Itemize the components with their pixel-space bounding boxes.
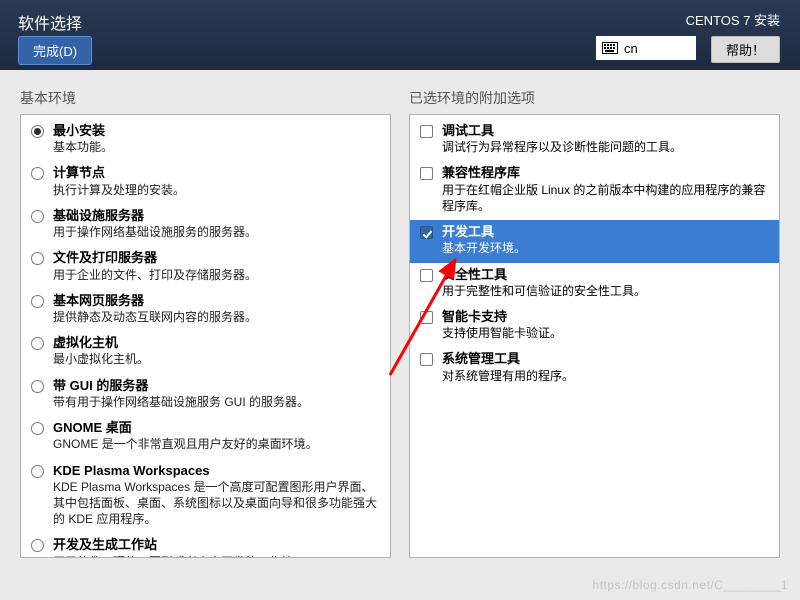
addon-item-desc: 对系统管理有用的程序。 <box>442 368 769 384</box>
watermark-text: https://blog.csdn.net/C________1 <box>593 578 788 592</box>
env-item-name: 最小安装 <box>53 123 380 139</box>
env-item[interactable]: 最小安装基本功能。 <box>21 119 390 161</box>
env-item[interactable]: 文件及打印服务器用于企业的文件、打印及存储服务器。 <box>21 246 390 288</box>
env-item-desc: 最小虚拟化主机。 <box>53 351 380 367</box>
env-item-text: 文件及打印服务器用于企业的文件、打印及存储服务器。 <box>47 250 380 282</box>
env-item-name: 带 GUI 的服务器 <box>53 378 380 394</box>
radio-icon <box>31 167 47 197</box>
addon-item-name: 系统管理工具 <box>442 351 769 367</box>
done-button[interactable]: 完成(D) <box>18 36 92 65</box>
env-item-name: 开发及生成工作站 <box>53 537 380 553</box>
addon-item-text: 智能卡支持支持使用智能卡验证。 <box>436 309 769 341</box>
env-item-desc: 基本功能。 <box>53 139 380 155</box>
addon-item-name: 安全性工具 <box>442 267 769 283</box>
addon-item-text: 兼容性程序库用于在红帽企业版 Linux 的之前版本中构建的应用程序的兼容程序库… <box>436 165 769 214</box>
help-button[interactable]: 帮助！ <box>711 36 780 63</box>
env-item-desc: 提供静态及动态互联网内容的服务器。 <box>53 309 380 325</box>
keyboard-icon <box>602 42 618 54</box>
radio-icon <box>31 422 47 452</box>
keyboard-layout-text: cn <box>624 41 638 56</box>
env-item[interactable]: 虚拟化主机最小虚拟化主机。 <box>21 331 390 373</box>
env-item-text: 计算节点执行计算及处理的安装。 <box>47 165 380 197</box>
installer-title: CENTOS 7 安装 <box>686 10 780 29</box>
addon-item[interactable]: 安全性工具用于完整性和可信验证的安全性工具。 <box>410 263 779 305</box>
addon-item-name: 兼容性程序库 <box>442 165 769 181</box>
addon-item-name: 开发工具 <box>442 224 769 240</box>
env-item-text: 开发及生成工作站用于软件、硬件、图形或者内容开发的工作站。 <box>47 537 380 558</box>
env-item[interactable]: 开发及生成工作站用于软件、硬件、图形或者内容开发的工作站。 <box>21 533 390 558</box>
page-title: 软件选择 <box>18 10 82 34</box>
addon-item[interactable]: 调试工具调试行为异常程序以及诊断性能问题的工具。 <box>410 119 779 161</box>
addons-column: 已选环境的附加选项 调试工具调试行为异常程序以及诊断性能问题的工具。兼容性程序库… <box>409 88 780 558</box>
env-item-text: 虚拟化主机最小虚拟化主机。 <box>47 335 380 367</box>
checkbox-icon <box>420 226 436 256</box>
env-item-text: 基础设施服务器用于操作网络基础设施服务的服务器。 <box>47 208 380 240</box>
addon-item-text: 调试工具调试行为异常程序以及诊断性能问题的工具。 <box>436 123 769 155</box>
env-item-desc: 用于操作网络基础设施服务的服务器。 <box>53 224 380 240</box>
env-item[interactable]: 基础设施服务器用于操作网络基础设施服务的服务器。 <box>21 204 390 246</box>
radio-icon <box>31 252 47 282</box>
radio-icon <box>31 125 47 155</box>
addon-item[interactable]: 开发工具基本开发环境。 <box>410 220 779 262</box>
top-bar: 软件选择 完成(D) CENTOS 7 安装 cn 帮助！ <box>0 0 800 70</box>
addon-item-name: 调试工具 <box>442 123 769 139</box>
radio-icon <box>31 380 47 410</box>
env-item-desc: GNOME 是一个非常直观且用户友好的桌面环境。 <box>53 436 380 452</box>
addon-item[interactable]: 兼容性程序库用于在红帽企业版 Linux 的之前版本中构建的应用程序的兼容程序库… <box>410 161 779 220</box>
checkbox-icon <box>420 167 436 214</box>
env-item-name: 虚拟化主机 <box>53 335 380 351</box>
base-environment-column: 基本环境 最小安装基本功能。计算节点执行计算及处理的安装。基础设施服务器用于操作… <box>20 88 391 558</box>
addon-item-desc: 用于在红帽企业版 Linux 的之前版本中构建的应用程序的兼容程序库。 <box>442 182 769 214</box>
checkbox-icon <box>420 125 436 155</box>
env-item-desc: 用于软件、硬件、图形或者内容开发的工作站。 <box>53 554 380 558</box>
env-item-name: KDE Plasma Workspaces <box>53 463 380 479</box>
addons-title: 已选环境的附加选项 <box>409 88 780 108</box>
addon-item-desc: 调试行为异常程序以及诊断性能问题的工具。 <box>442 139 769 155</box>
env-item-text: 带 GUI 的服务器带有用于操作网络基础设施服务 GUI 的服务器。 <box>47 378 380 410</box>
radio-icon <box>31 210 47 240</box>
addon-item-desc: 支持使用智能卡验证。 <box>442 325 769 341</box>
env-item-desc: 用于企业的文件、打印及存储服务器。 <box>53 267 380 283</box>
checkbox-icon <box>420 311 436 341</box>
env-item-desc: 执行计算及处理的安装。 <box>53 182 380 198</box>
addon-item-desc: 用于完整性和可信验证的安全性工具。 <box>442 283 769 299</box>
env-item-desc: 带有用于操作网络基础设施服务 GUI 的服务器。 <box>53 394 380 410</box>
addon-item-text: 安全性工具用于完整性和可信验证的安全性工具。 <box>436 267 769 299</box>
content-area: 基本环境 最小安装基本功能。计算节点执行计算及处理的安装。基础设施服务器用于操作… <box>0 70 800 570</box>
env-item-text: 基本网页服务器提供静态及动态互联网内容的服务器。 <box>47 293 380 325</box>
checkbox-icon <box>420 353 436 383</box>
env-item[interactable]: 带 GUI 的服务器带有用于操作网络基础设施服务 GUI 的服务器。 <box>21 374 390 416</box>
env-item-name: GNOME 桌面 <box>53 420 380 436</box>
env-item[interactable]: GNOME 桌面GNOME 是一个非常直观且用户友好的桌面环境。 <box>21 416 390 458</box>
env-item-desc: KDE Plasma Workspaces 是一个高度可配置图形用户界面、其中包… <box>53 479 380 528</box>
env-item-name: 基础设施服务器 <box>53 208 380 224</box>
base-environment-title: 基本环境 <box>20 88 391 108</box>
env-item-name: 基本网页服务器 <box>53 293 380 309</box>
env-item[interactable]: 计算节点执行计算及处理的安装。 <box>21 161 390 203</box>
radio-icon <box>31 539 47 558</box>
addon-item-name: 智能卡支持 <box>442 309 769 325</box>
footer: https://blog.csdn.net/C________1 <box>0 570 800 600</box>
env-item-text: KDE Plasma WorkspacesKDE Plasma Workspac… <box>47 463 380 528</box>
env-item-name: 计算节点 <box>53 165 380 181</box>
base-environment-list[interactable]: 最小安装基本功能。计算节点执行计算及处理的安装。基础设施服务器用于操作网络基础设… <box>20 114 391 558</box>
env-item-text: 最小安装基本功能。 <box>47 123 380 155</box>
radio-icon <box>31 337 47 367</box>
env-item[interactable]: 基本网页服务器提供静态及动态互联网内容的服务器。 <box>21 289 390 331</box>
addon-item-text: 系统管理工具对系统管理有用的程序。 <box>436 351 769 383</box>
radio-icon <box>31 295 47 325</box>
addon-item-desc: 基本开发环境。 <box>442 240 769 256</box>
addon-item-text: 开发工具基本开发环境。 <box>436 224 769 256</box>
env-item-name: 文件及打印服务器 <box>53 250 380 266</box>
addons-list[interactable]: 调试工具调试行为异常程序以及诊断性能问题的工具。兼容性程序库用于在红帽企业版 L… <box>409 114 780 558</box>
checkbox-icon <box>420 269 436 299</box>
env-item-text: GNOME 桌面GNOME 是一个非常直观且用户友好的桌面环境。 <box>47 420 380 452</box>
addon-item[interactable]: 系统管理工具对系统管理有用的程序。 <box>410 347 779 389</box>
addon-item[interactable]: 智能卡支持支持使用智能卡验证。 <box>410 305 779 347</box>
keyboard-layout-indicator[interactable]: cn <box>596 36 696 60</box>
env-item[interactable]: KDE Plasma WorkspacesKDE Plasma Workspac… <box>21 459 390 534</box>
radio-icon <box>31 465 47 528</box>
